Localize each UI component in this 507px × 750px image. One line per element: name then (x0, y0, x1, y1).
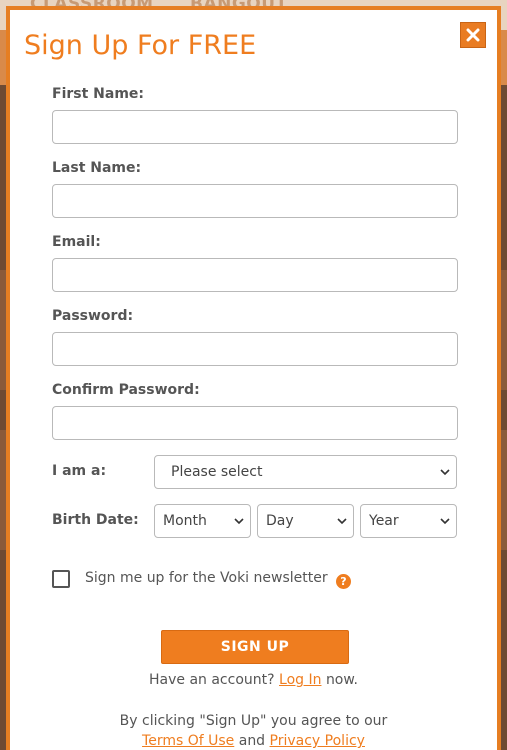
first-name-field[interactable] (52, 110, 458, 144)
email-label: Email: (52, 234, 101, 250)
and-text: and (238, 733, 266, 749)
account-prefix: Have an account? (149, 672, 275, 688)
password-label: Password: (52, 308, 134, 324)
confirm-password-field[interactable] (52, 406, 458, 440)
birth-year-select[interactable]: Year (360, 504, 457, 538)
birth-month-value: Month (163, 513, 207, 529)
birth-date-label: Birth Date: (52, 512, 139, 528)
last-name-field[interactable] (52, 184, 458, 218)
privacy-policy-link[interactable]: Privacy Policy (270, 733, 365, 749)
newsletter-checkbox[interactable] (52, 570, 70, 588)
newsletter-label: Sign me up for the Voki newsletter (85, 570, 328, 586)
signup-modal: Sign Up For FREE First Name: Last Name: … (6, 6, 501, 750)
confirm-password-label: Confirm Password: (52, 382, 200, 398)
role-select-value: Please select (171, 464, 263, 480)
birth-year-value: Year (369, 513, 399, 529)
log-in-link[interactable]: Log In (279, 672, 321, 688)
agreement-text: By clicking "Sign Up" you agree to our (119, 713, 388, 729)
sign-up-button[interactable]: SIGN UP (161, 630, 349, 664)
password-field[interactable] (52, 332, 458, 366)
modal-title: Sign Up For FREE (24, 30, 257, 61)
account-suffix: now. (325, 672, 358, 688)
chevron-down-icon (440, 469, 450, 476)
chevron-down-icon (337, 518, 347, 525)
role-label: I am a: (52, 463, 107, 479)
birth-day-value: Day (266, 513, 294, 529)
first-name-label: First Name: (52, 86, 145, 102)
chevron-down-icon (440, 518, 450, 525)
policy-links: Terms Of Use and Privacy Policy (10, 733, 497, 749)
last-name-label: Last Name: (52, 160, 142, 176)
birth-month-select[interactable]: Month (154, 504, 251, 538)
close-icon (466, 28, 480, 42)
terms-of-use-link[interactable]: Terms Of Use (142, 733, 234, 749)
email-field[interactable] (52, 258, 458, 292)
help-icon[interactable]: ? (336, 574, 351, 589)
birth-day-select[interactable]: Day (257, 504, 354, 538)
role-select[interactable]: Please select (154, 455, 457, 489)
account-line: Have an account? Log In now. (10, 672, 497, 688)
close-button[interactable] (460, 22, 486, 48)
chevron-down-icon (234, 518, 244, 525)
